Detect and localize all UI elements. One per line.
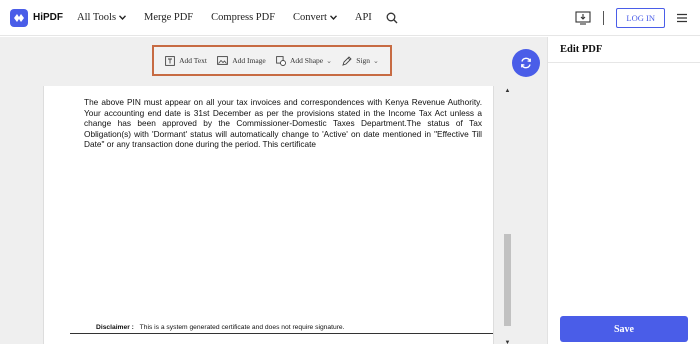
add-shape-tool[interactable]: Add Shape ⌄	[276, 55, 332, 66]
add-shape-label: Add Shape	[290, 56, 324, 65]
top-navigation-bar: HiPDF All Tools Merge PDF Compress PDF C…	[0, 0, 700, 36]
top-right-actions: LOG IN	[575, 0, 700, 36]
save-button[interactable]: Save	[560, 316, 688, 342]
separator	[603, 11, 605, 25]
logo-text: HiPDF	[33, 12, 63, 23]
add-text-tool[interactable]: Add Text	[165, 55, 207, 66]
pdf-page[interactable]: The above PIN must appear on all your ta…	[43, 86, 494, 344]
scroll-thumb[interactable]	[504, 234, 511, 326]
logo-mark-icon	[10, 8, 28, 27]
chevron-down-icon: ⌄	[326, 56, 332, 65]
nav-api-label: API	[354, 12, 372, 23]
vertical-scrollbar[interactable]: ▲ ▼	[503, 86, 512, 344]
sign-tool[interactable]: Sign ⌄	[342, 55, 379, 66]
hipdf-logo[interactable]: HiPDF	[10, 8, 63, 27]
disclaimer-line: Disclaimer : This is a system generated …	[96, 324, 345, 331]
page-footer-rule	[70, 333, 493, 334]
nav-convert[interactable]: Convert	[293, 12, 337, 23]
search-icon[interactable]	[386, 12, 398, 24]
disclaimer-text: This is a system generated certificate a…	[139, 324, 345, 331]
nav-compress-pdf-label: Compress PDF	[211, 12, 276, 23]
scroll-up-arrow-icon[interactable]: ▲	[503, 88, 512, 94]
nav-all-tools[interactable]: All Tools	[77, 12, 127, 23]
edit-pdf-panel: Edit PDF Save	[547, 37, 700, 344]
panel-title: Edit PDF	[560, 44, 603, 55]
nav-compress-pdf[interactable]: Compress PDF	[211, 12, 275, 23]
download-desktop-icon[interactable]	[575, 11, 591, 25]
refresh-rotate-button[interactable]	[512, 49, 540, 77]
add-image-label: Add Image	[232, 56, 266, 65]
editor-canvas: Add Text Add Image Add Shape ⌄ Sign ⌄ Th…	[0, 37, 547, 344]
sign-label: Sign	[356, 56, 370, 65]
shape-icon	[276, 55, 286, 66]
nav-all-tools-label: All Tools	[77, 12, 117, 23]
chevron-down-icon	[329, 15, 337, 20]
nav-api[interactable]: API	[355, 12, 372, 23]
chevron-down-icon: ⌄	[373, 56, 379, 65]
disclaimer-label: Disclaimer :	[96, 324, 134, 331]
add-image-tool[interactable]: Add Image	[217, 56, 266, 65]
text-box-icon	[165, 55, 175, 66]
refresh-icon	[521, 57, 531, 69]
document-body-text[interactable]: The above PIN must appear on all your ta…	[84, 97, 482, 150]
scroll-down-arrow-icon[interactable]: ▼	[503, 340, 512, 344]
signature-pen-icon	[342, 55, 352, 66]
login-button[interactable]: LOG IN	[616, 8, 665, 28]
nav-convert-label: Convert	[293, 12, 327, 23]
image-icon	[217, 56, 229, 65]
hamburger-menu-icon[interactable]	[676, 13, 688, 23]
panel-divider	[548, 62, 700, 63]
main-nav: All Tools Merge PDF Compress PDF Convert…	[77, 12, 398, 24]
nav-merge-pdf-label: Merge PDF	[144, 12, 194, 23]
edit-toolbar: Add Text Add Image Add Shape ⌄ Sign ⌄	[152, 45, 392, 76]
add-text-label: Add Text	[179, 56, 207, 65]
nav-merge-pdf[interactable]: Merge PDF	[144, 12, 193, 23]
chevron-down-icon	[119, 15, 127, 20]
